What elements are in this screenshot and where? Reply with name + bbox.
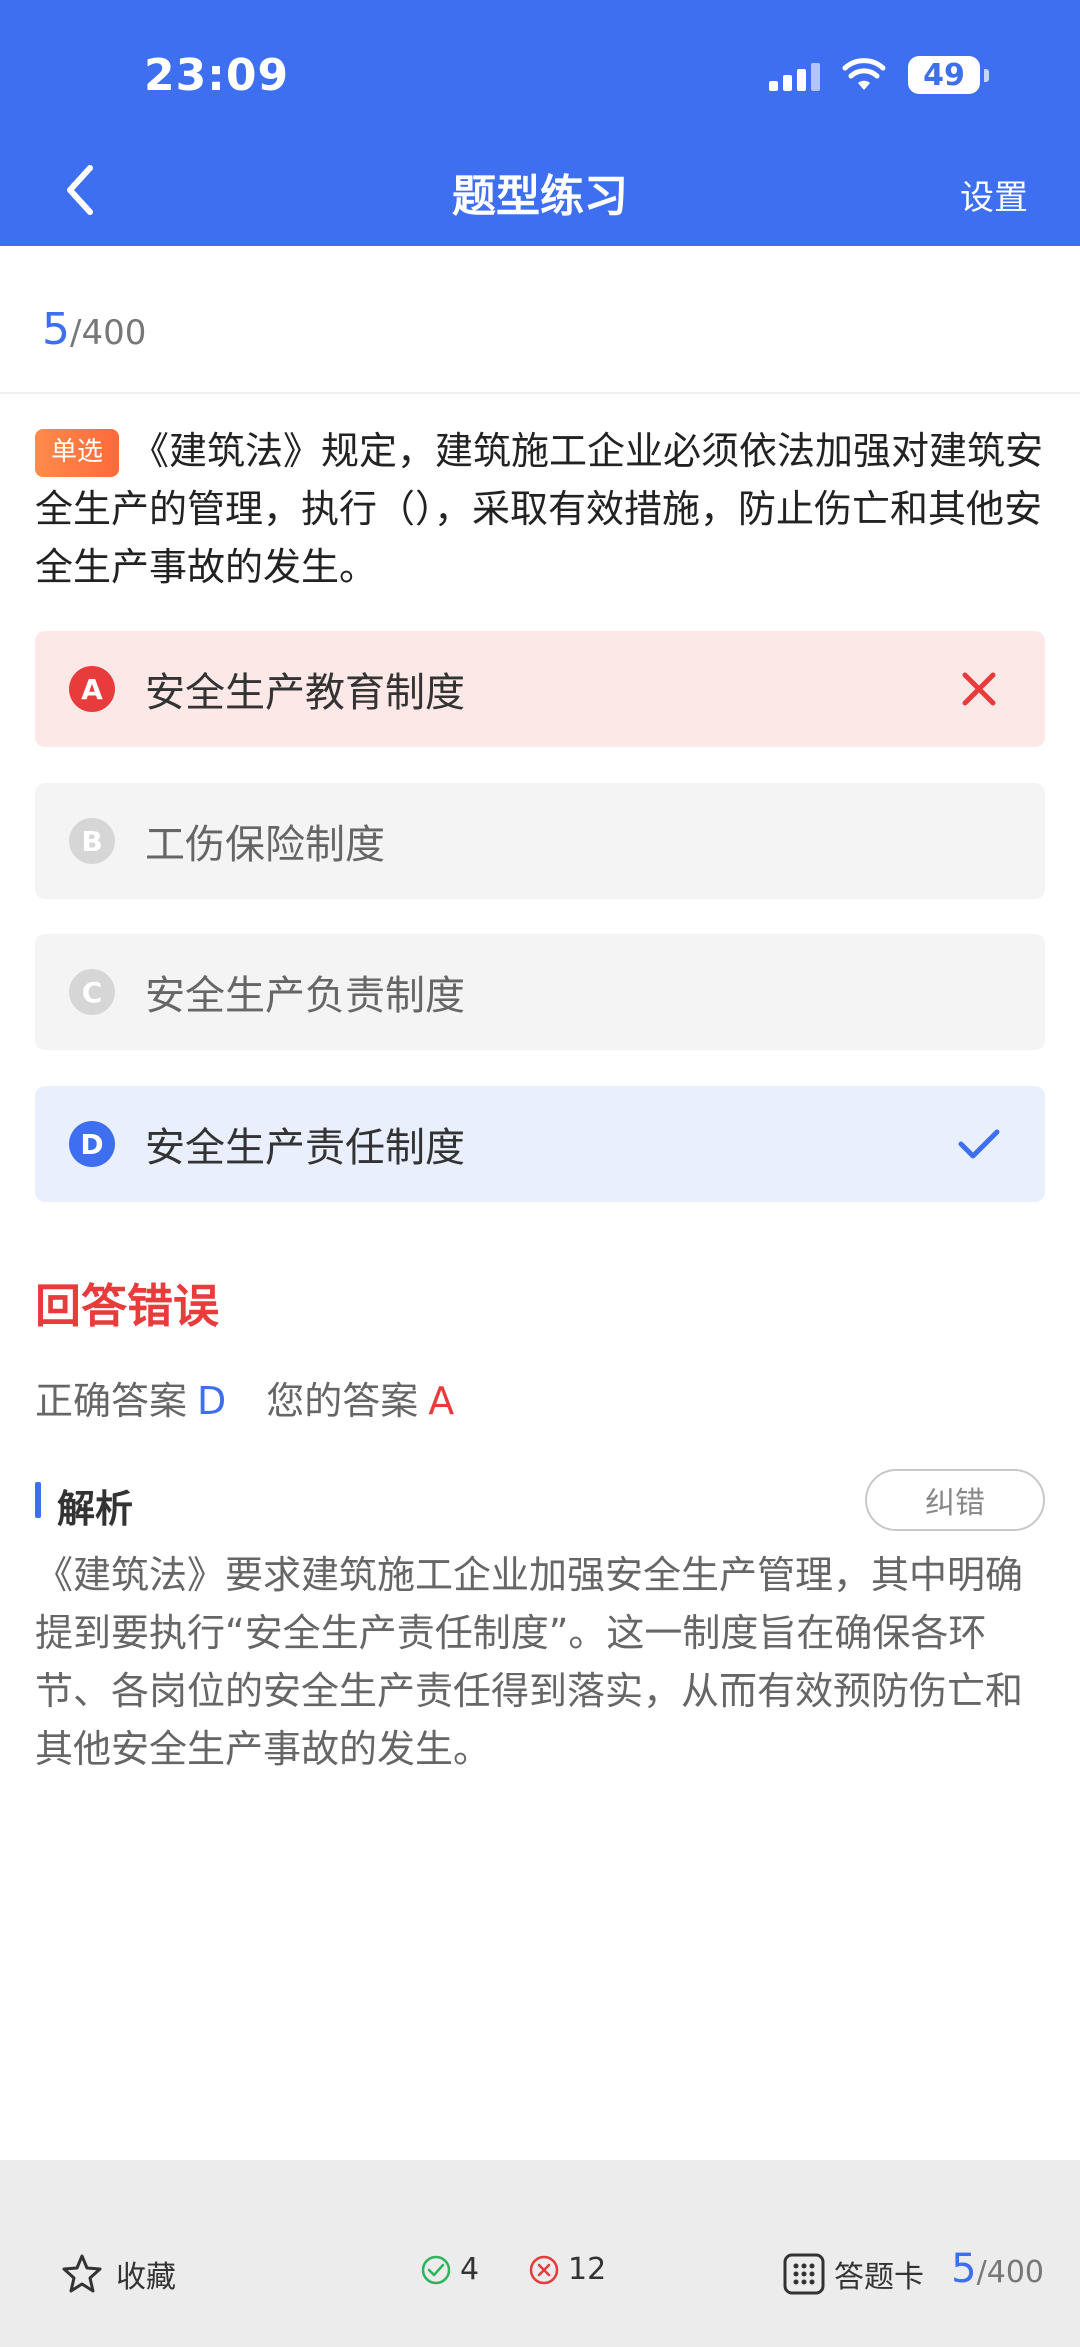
option-b[interactable]: B 工伤保险制度 xyxy=(35,783,1045,899)
wrong-count-value: 12 xyxy=(568,2252,607,2287)
favorite-label: 收藏 xyxy=(116,2260,176,2295)
option-d[interactable]: D 安全生产责任制度 xyxy=(35,1086,1045,1202)
option-c[interactable]: C 安全生产负责制度 xyxy=(35,934,1045,1050)
your-answer-value: A xyxy=(428,1379,455,1423)
wrong-cross-icon xyxy=(962,672,996,706)
star-icon xyxy=(62,2254,102,2293)
question-type-badge: 单选 xyxy=(35,429,120,477)
x-circle-icon xyxy=(529,2255,559,2284)
settings-button[interactable]: 设置 xyxy=(960,170,1028,219)
wifi-icon xyxy=(842,58,886,90)
analysis-text: 《建筑法》要求建筑施工企业加强安全生产管理，其中明确提到要执行“安全生产责任制度… xyxy=(35,1553,1024,1771)
status-icons: 49 xyxy=(769,56,989,94)
analysis-accent-bar xyxy=(35,1482,41,1518)
correct-count: 4 xyxy=(420,2252,479,2287)
status-time: 23:09 xyxy=(144,50,290,101)
wrong-count: 12 xyxy=(528,2252,606,2287)
app-header: 23:09 49 题型练习 设置 xyxy=(0,0,1080,246)
correct-check-icon xyxy=(958,1129,1000,1159)
correct-answer-value: D xyxy=(197,1379,227,1423)
your-answer-label: 您的答案 xyxy=(266,1379,419,1423)
option-text: 安全生产负责制度 xyxy=(145,973,465,1019)
correct-answer-label: 正确答案 xyxy=(35,1379,188,1423)
bottom-toolbar: 收藏 4 12 答题卡 5/400 xyxy=(0,2160,1080,2347)
grid-icon xyxy=(783,2253,825,2295)
favorite-button[interactable]: 收藏 xyxy=(60,2252,176,2296)
report-error-button[interactable]: 纠错 xyxy=(865,1469,1045,1531)
correct-count-value: 4 xyxy=(460,2252,480,2287)
answer-summary: 正确答案 D 您的答案 A xyxy=(35,1370,454,1425)
answer-card-label: 答题卡 xyxy=(834,2260,924,2295)
bottom-progress-current: 5 xyxy=(951,2246,977,2292)
bottom-progress: 5/400 xyxy=(951,2246,1044,2292)
page-title: 题型练习 xyxy=(452,171,628,222)
option-letter: D xyxy=(69,1121,115,1167)
check-circle-icon xyxy=(421,2255,451,2284)
option-a[interactable]: A 安全生产教育制度 xyxy=(35,631,1045,747)
option-letter: C xyxy=(69,969,115,1015)
answer-card-button[interactable]: 答题卡 xyxy=(782,2252,924,2296)
bottom-progress-total: /400 xyxy=(976,2255,1044,2290)
result-title: 回答错误 xyxy=(35,1279,219,1333)
progress-current: 5 xyxy=(42,304,70,355)
option-text: 安全生产教育制度 xyxy=(145,670,465,716)
battery-icon: 49 xyxy=(908,56,989,94)
option-text: 安全生产责任制度 xyxy=(145,1125,465,1171)
question-progress: 5/400 xyxy=(42,304,146,355)
divider xyxy=(0,392,1080,394)
option-letter: A xyxy=(69,666,115,712)
analysis-title: 解析 xyxy=(57,1487,134,1531)
question-stem: 单选 《建筑法》规定，建筑施工企业必须依法加强对建筑安全生产的管理，执行（），采取… xyxy=(35,422,1045,596)
progress-total: /400 xyxy=(70,313,147,353)
question-text: 《建筑法》规定，建筑施工企业必须依法加强对建筑安全生产的管理，执行（），采取有效… xyxy=(35,429,1044,589)
signal-icon xyxy=(769,59,820,91)
option-letter: B xyxy=(69,818,115,864)
option-text: 工伤保险制度 xyxy=(145,822,385,868)
